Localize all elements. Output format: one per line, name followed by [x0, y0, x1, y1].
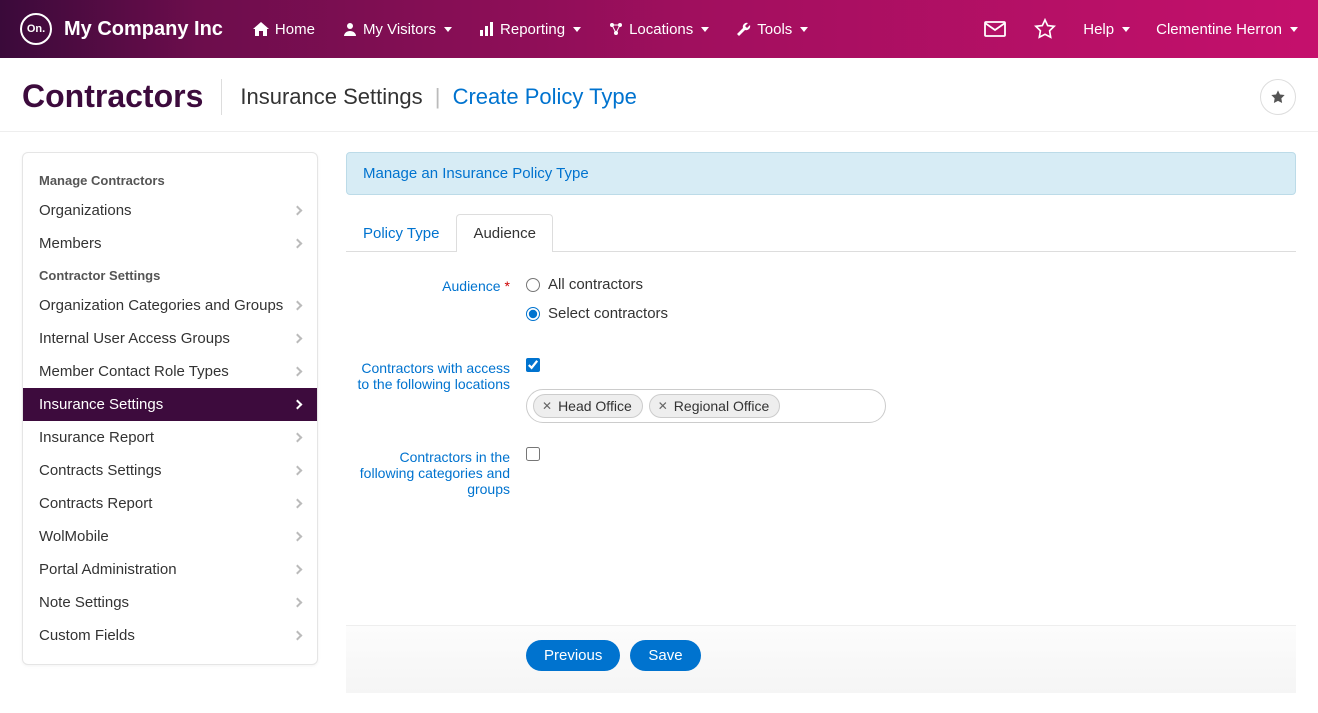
chevron-right-icon: [293, 499, 303, 509]
favorite-button[interactable]: [1260, 79, 1296, 115]
nav-help[interactable]: Help: [1083, 21, 1130, 38]
locations-label: Contractors with access to the following…: [346, 358, 526, 423]
sidebar-item-contracts-report[interactable]: Contracts Report: [23, 487, 317, 520]
nav-tools[interactable]: Tools: [737, 21, 808, 38]
chevron-right-icon: [293, 565, 303, 575]
previous-button[interactable]: Previous: [526, 640, 620, 671]
person-icon: [343, 22, 357, 36]
nav-locations[interactable]: Locations: [609, 21, 709, 38]
chevron-right-icon: [293, 532, 303, 542]
chevron-right-icon: [293, 466, 303, 476]
info-banner: Manage an Insurance Policy Type: [346, 152, 1296, 195]
chevron-right-icon: [293, 631, 303, 641]
sidebar: Manage Contractors OrganizationsMembers …: [22, 152, 318, 665]
remove-tag-icon[interactable]: ✕: [658, 399, 668, 413]
star-icon[interactable]: [1033, 17, 1057, 41]
sidebar-item-insurance-report[interactable]: Insurance Report: [23, 421, 317, 454]
sidebar-item-contracts-settings[interactable]: Contracts Settings: [23, 454, 317, 487]
sidebar-item-organization-categories-and-groups[interactable]: Organization Categories and Groups: [23, 289, 317, 322]
home-icon: [253, 22, 269, 36]
chevron-right-icon: [293, 400, 303, 410]
categories-label: Contractors in the following categories …: [346, 447, 526, 497]
locations-tag-input[interactable]: ✕Head Office✕Regional Office: [526, 389, 886, 423]
page-title: Contractors: [22, 78, 203, 115]
tab-bar: Policy Type Audience: [346, 213, 1296, 252]
sidebar-item-custom-fields[interactable]: Custom Fields: [23, 619, 317, 652]
chevron-right-icon: [293, 206, 303, 216]
page-header: Contractors Insurance Settings | Create …: [0, 58, 1318, 132]
sidebar-item-portal-administration[interactable]: Portal Administration: [23, 553, 317, 586]
sidebar-item-members[interactable]: Members: [23, 227, 317, 260]
chevron-right-icon: [293, 433, 303, 443]
form-footer: Previous Save: [346, 625, 1296, 693]
remove-tag-icon[interactable]: ✕: [542, 399, 552, 413]
wrench-icon: [737, 22, 751, 36]
logo-icon: On.: [20, 13, 52, 45]
top-nav: On. My Company Inc Home My Visitors Repo…: [0, 0, 1318, 58]
sidebar-item-member-contact-role-types[interactable]: Member Contact Role Types: [23, 355, 317, 388]
sidebar-item-organizations[interactable]: Organizations: [23, 194, 317, 227]
nav-my-visitors[interactable]: My Visitors: [343, 21, 452, 38]
network-icon: [609, 22, 623, 36]
sidebar-item-internal-user-access-groups[interactable]: Internal User Access Groups: [23, 322, 317, 355]
location-tag[interactable]: ✕Head Office: [533, 394, 643, 418]
chart-icon: [480, 22, 494, 36]
radio-select-contractors[interactable]: Select contractors: [526, 305, 1296, 322]
sidebar-heading-manage: Manage Contractors: [23, 165, 317, 194]
breadcrumb: Insurance Settings | Create Policy Type: [240, 84, 636, 110]
chevron-right-icon: [293, 367, 303, 377]
mail-icon[interactable]: [983, 17, 1007, 41]
audience-label: Audience*: [346, 276, 526, 334]
location-tag[interactable]: ✕Regional Office: [649, 394, 781, 418]
sidebar-item-note-settings[interactable]: Note Settings: [23, 586, 317, 619]
sidebar-item-wolmobile[interactable]: WolMobile: [23, 520, 317, 553]
save-button[interactable]: Save: [630, 640, 700, 671]
nav-home[interactable]: Home: [253, 21, 315, 38]
chevron-right-icon: [293, 598, 303, 608]
tab-audience[interactable]: Audience: [456, 214, 553, 252]
main-content: Manage an Insurance Policy Type Policy T…: [346, 152, 1296, 693]
chevron-right-icon: [293, 301, 303, 311]
sidebar-heading-settings: Contractor Settings: [23, 260, 317, 289]
categories-checkbox[interactable]: [526, 447, 540, 461]
chevron-right-icon: [293, 239, 303, 249]
company-name: My Company Inc: [64, 18, 223, 41]
radio-all-contractors[interactable]: All contractors: [526, 276, 1296, 293]
breadcrumb-link[interactable]: Create Policy Type: [453, 84, 637, 109]
locations-checkbox[interactable]: [526, 358, 540, 372]
sidebar-item-insurance-settings[interactable]: Insurance Settings: [23, 388, 317, 421]
tab-policy-type[interactable]: Policy Type: [346, 214, 456, 252]
nav-reporting[interactable]: Reporting: [480, 21, 581, 38]
chevron-right-icon: [293, 334, 303, 344]
nav-user[interactable]: Clementine Herron: [1156, 21, 1298, 38]
